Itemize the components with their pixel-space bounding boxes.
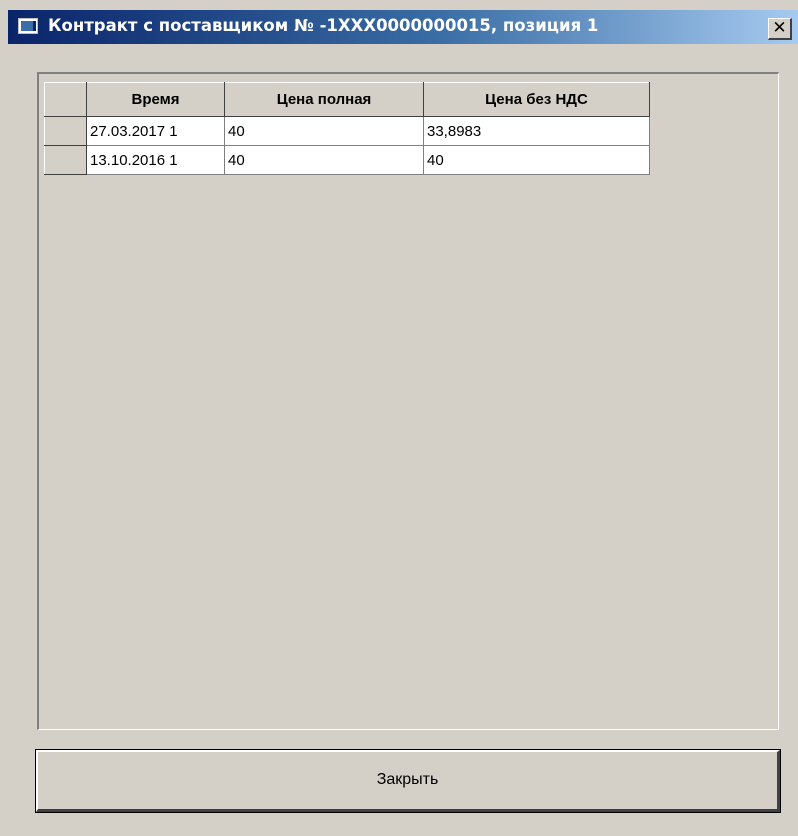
corner-header-cell[interactable] [44,82,87,117]
cell-full-price[interactable]: 40 [224,145,424,175]
table-row[interactable]: 13.10.2016 1 40 40 [44,145,650,175]
table-header-row: Время Цена полная Цена без НДС [44,82,650,117]
cell-time[interactable]: 13.10.2016 1 [86,145,225,175]
price-table: Время Цена полная Цена без НДС 27.03.201… [44,82,650,175]
column-header-price-no-vat[interactable]: Цена без НДС [423,82,650,117]
cell-full-price[interactable]: 40 [224,116,424,146]
close-glyph: ✕ [772,18,787,38]
cell-price-no-vat[interactable]: 33,8983 [423,116,650,146]
column-header-time[interactable]: Время [86,82,225,117]
title-bar[interactable]: Контракт с поставщиком № -1XXX0000000015… [8,10,798,44]
column-header-full-price[interactable]: Цена полная [224,82,424,117]
window-app-icon[interactable] [18,18,38,34]
table-row[interactable]: 27.03.2017 1 40 33,8983 [44,116,650,146]
window-title: Контракт с поставщиком № -1XXX0000000015… [48,16,599,35]
dialog-window: Контракт с поставщиком № -1XXX0000000015… [0,0,798,836]
close-button[interactable]: Закрыть [35,749,781,813]
row-selector[interactable] [44,145,87,175]
cell-time[interactable]: 27.03.2017 1 [86,116,225,146]
close-icon[interactable]: ✕ [768,18,792,40]
row-selector[interactable] [44,116,87,146]
price-history-grid[interactable]: Время Цена полная Цена без НДС 27.03.201… [37,72,779,730]
app-icon-mark [33,21,36,31]
cell-price-no-vat[interactable]: 40 [423,145,650,175]
